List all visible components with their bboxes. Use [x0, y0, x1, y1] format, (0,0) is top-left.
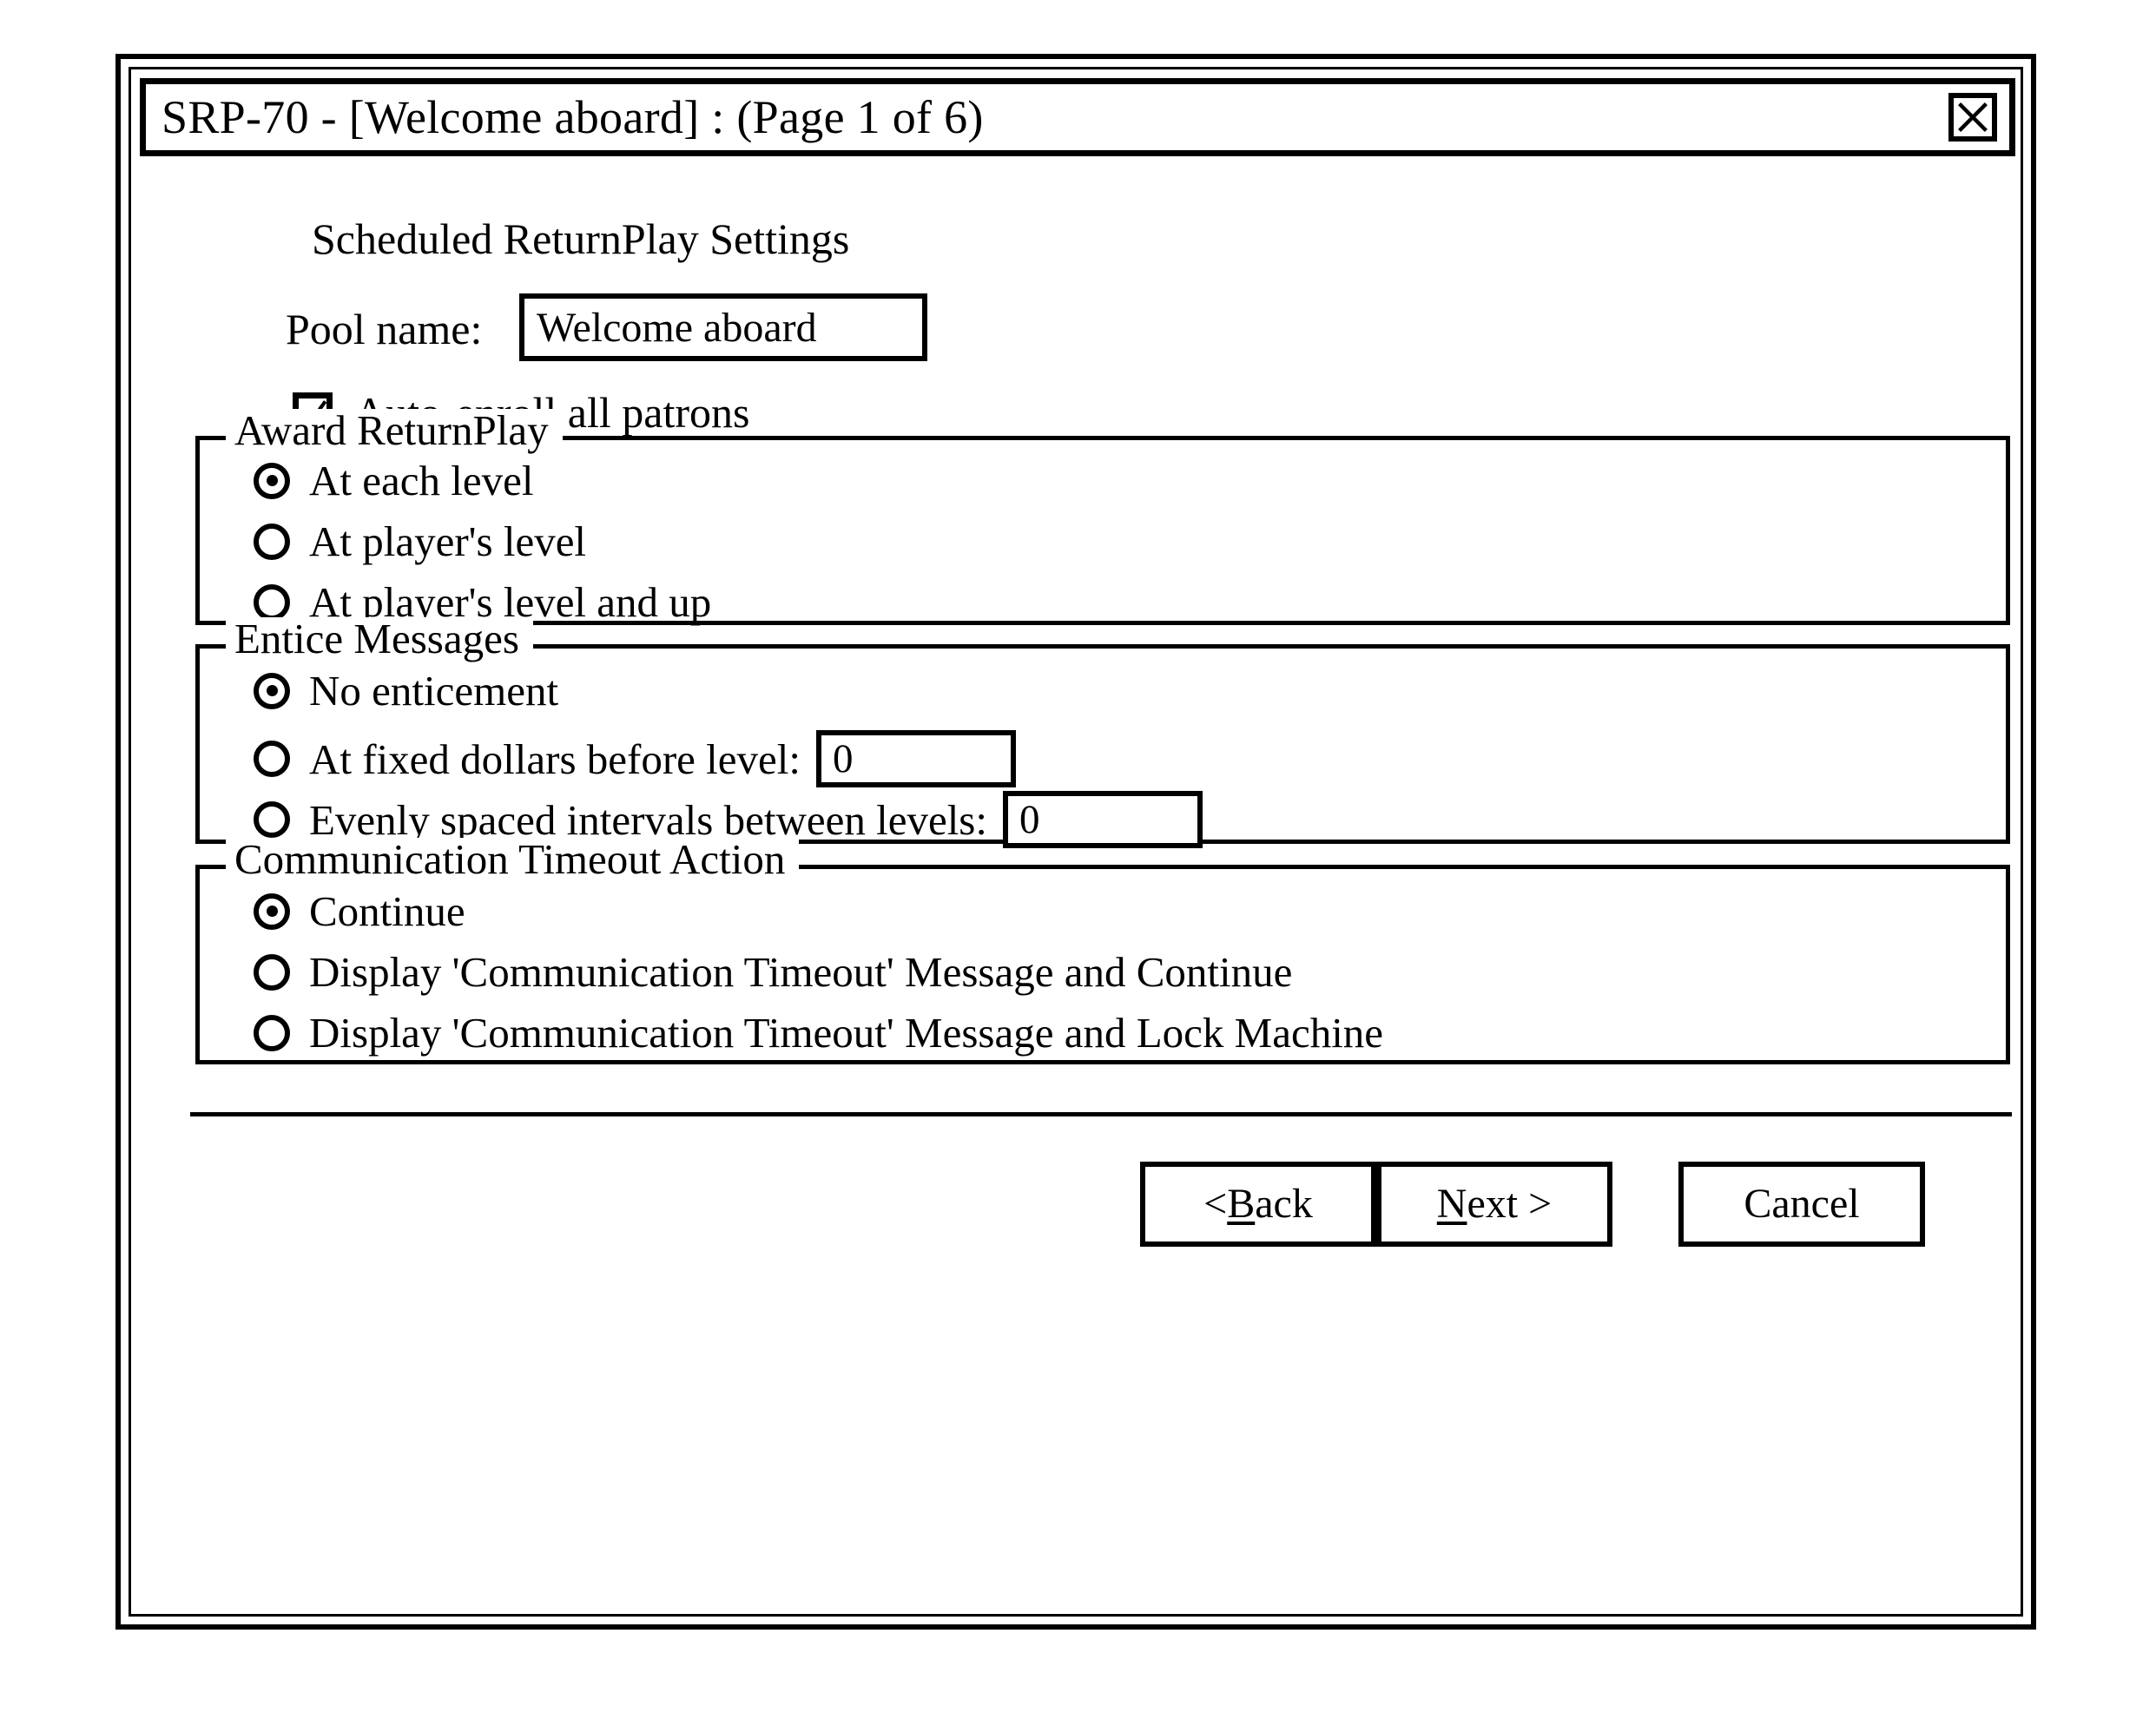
dialog-window: SRP-70 - [Welcome aboard] : (Page 1 of 6… [115, 54, 2036, 1630]
radio-continue[interactable] [254, 892, 290, 930]
close-x-icon [1954, 98, 1992, 136]
radio-row-no-enticement[interactable]: No enticement [254, 669, 558, 712]
radio-evenly-spaced-intervals[interactable] [254, 801, 290, 838]
close-button[interactable] [1948, 93, 1997, 142]
back-button-suffix: ack [1255, 1181, 1313, 1227]
title-bar: SRP-70 - [Welcome aboard] : (Page 1 of 6… [140, 78, 2015, 156]
next-button-accelerator: N [1436, 1181, 1467, 1227]
button-bar-separator [190, 1112, 2012, 1116]
radio-row-display-message-and-lock-machine[interactable]: Display 'Communication Timeout' Message … [254, 1011, 1383, 1054]
dialog-window-inner-frame: SRP-70 - [Welcome aboard] : (Page 1 of 6… [129, 67, 2023, 1617]
radio-row-at-each-level[interactable]: At each level [254, 459, 533, 502]
fixed-dollars-value: 0 [833, 736, 854, 781]
back-button-accelerator: B [1227, 1181, 1256, 1227]
fixed-dollars-input[interactable]: 0 [816, 730, 1017, 787]
group-communication-timeout-action: Communication Timeout Action Continue Di… [195, 838, 2010, 1064]
pool-name-input[interactable]: Welcome aboard [519, 293, 927, 361]
radio-label-display-message-and-continue: Display 'Communication Timeout' Message … [309, 948, 1293, 996]
radio-label-at-each-level: At each level [309, 457, 534, 504]
pool-name-row: Pool name: Welcome aboard [140, 293, 2012, 365]
radio-display-message-and-lock-machine[interactable] [254, 1014, 290, 1051]
dialog-client-area: Scheduled ReturnPlay Settings Pool name:… [140, 163, 2012, 1605]
group-communication-timeout-action-title: Communication Timeout Action [226, 838, 800, 880]
evenly-spaced-intervals-input[interactable]: 0 [1003, 791, 1203, 848]
radio-at-fixed-dollars[interactable] [254, 741, 290, 777]
page-title: Scheduled ReturnPlay Settings [312, 214, 850, 263]
button-bar: < Back Next > Cancel [140, 1162, 2012, 1257]
group-award-returnplay: Award ReturnPlay At each level At player… [195, 409, 2010, 625]
radio-label-at-players-level: At player's level [309, 517, 587, 565]
evenly-spaced-intervals-value: 0 [1019, 797, 1040, 842]
radio-row-at-fixed-dollars[interactable]: At fixed dollars before level: 0 [254, 730, 1017, 787]
radio-row-display-message-and-continue[interactable]: Display 'Communication Timeout' Message … [254, 951, 1292, 993]
window-title: SRP-70 - [Welcome aboard] : (Page 1 of 6… [162, 91, 984, 143]
group-entice-messages-title: Entice Messages [226, 617, 533, 660]
cancel-button[interactable]: Cancel [1678, 1162, 1925, 1247]
group-entice-messages: Entice Messages No enticement At fixed d… [195, 617, 2010, 848]
back-button-prefix: < [1203, 1181, 1228, 1227]
radio-row-continue[interactable]: Continue [254, 890, 465, 932]
radio-label-no-enticement: No enticement [309, 667, 559, 715]
radio-label-display-message-and-lock-machine: Display 'Communication Timeout' Message … [309, 1009, 1384, 1057]
next-button-suffix: ext > [1467, 1181, 1553, 1227]
radio-display-message-and-continue[interactable] [254, 953, 290, 991]
pool-name-label: Pool name: [286, 305, 483, 353]
cancel-button-label: Cancel [1744, 1181, 1860, 1227]
radio-label-at-fixed-dollars: At fixed dollars before level: [309, 734, 801, 783]
radio-at-players-level[interactable] [254, 523, 290, 560]
radio-label-continue: Continue [309, 887, 465, 935]
radio-at-each-level[interactable] [254, 462, 290, 499]
radio-row-at-players-level[interactable]: At player's level [254, 520, 586, 563]
back-button[interactable]: < Back [1140, 1162, 1376, 1247]
next-button[interactable]: Next > [1376, 1162, 1612, 1247]
radio-no-enticement[interactable] [254, 672, 290, 709]
pool-name-value: Welcome aboard [537, 305, 817, 351]
group-award-returnplay-title: Award ReturnPlay [226, 409, 563, 451]
